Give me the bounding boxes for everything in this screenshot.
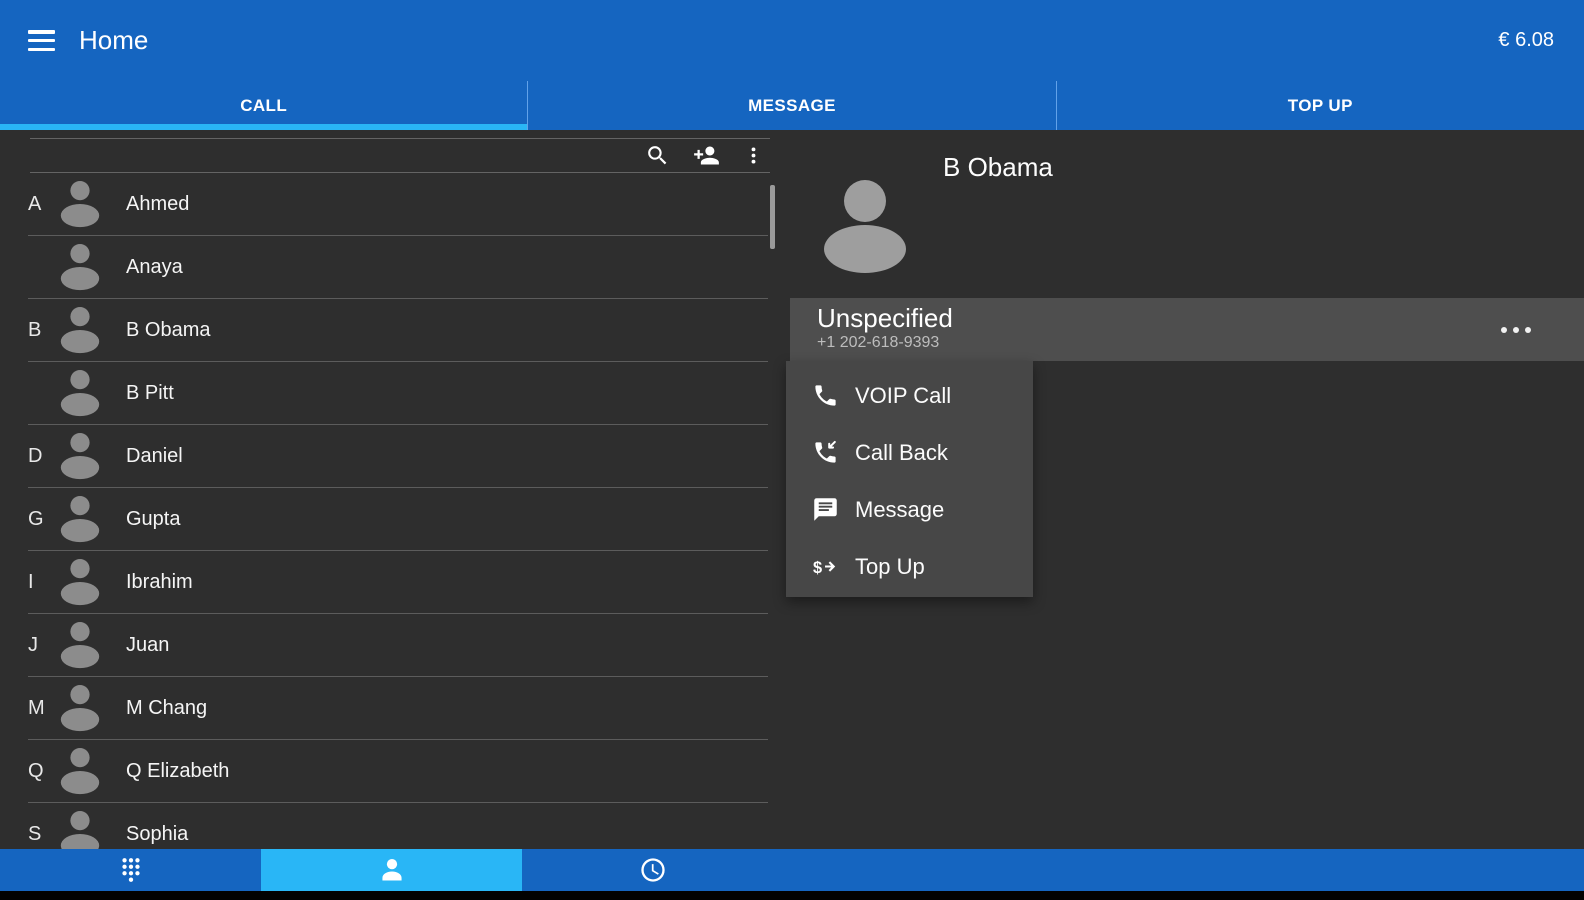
balance-amount: € 6.08 bbox=[1498, 29, 1554, 52]
app-bar: Home € 6.08 bbox=[0, 0, 1584, 81]
menu-item-label: Call Back bbox=[855, 440, 948, 466]
contacts-toolbar bbox=[30, 138, 770, 173]
phone-number-row[interactable]: Unspecified +1 202-618-9393 bbox=[790, 298, 1584, 361]
contact-detail-name: B Obama bbox=[943, 152, 1053, 183]
contact-row-ibrahim[interactable]: I Ibrahim bbox=[0, 551, 778, 614]
section-letter: B bbox=[28, 319, 58, 342]
section-letter: D bbox=[28, 445, 58, 468]
section-letter: M bbox=[28, 697, 58, 720]
contact-row-juan[interactable]: J Juan bbox=[0, 614, 778, 677]
more-options-icon[interactable] bbox=[1498, 324, 1534, 336]
contact-name: Juan bbox=[126, 634, 169, 657]
contact-name: Sophia bbox=[126, 823, 188, 846]
phone-number: +1 202-618-9393 bbox=[817, 334, 1584, 352]
tab-top-up[interactable]: TOP UP bbox=[1056, 81, 1584, 130]
menu-item-message[interactable]: Message bbox=[786, 481, 1033, 538]
contact-row-sophia[interactable]: S Sophia bbox=[0, 803, 778, 849]
contact-detail-pane: B Obama Unspecified +1 202-618-9393 VOIP… bbox=[778, 130, 1584, 849]
section-letter: A bbox=[28, 193, 58, 216]
avatar-icon bbox=[58, 244, 102, 292]
menu-item-top-up[interactable]: $ Top Up bbox=[786, 538, 1033, 595]
message-icon bbox=[812, 496, 839, 523]
page-title: Home bbox=[79, 25, 148, 56]
avatar-icon bbox=[58, 496, 102, 544]
section-letter: G bbox=[28, 508, 58, 531]
avatar-icon bbox=[58, 811, 102, 850]
search-icon[interactable] bbox=[645, 143, 670, 168]
menu-item-call-back[interactable]: Call Back bbox=[786, 424, 1033, 481]
tab-message[interactable]: MESSAGE bbox=[527, 81, 1055, 130]
contact-name: Q Elizabeth bbox=[126, 760, 229, 783]
bottom-nav bbox=[0, 849, 1584, 891]
contact-row-ahmed[interactable]: A Ahmed bbox=[0, 173, 778, 236]
avatar-icon bbox=[58, 433, 102, 481]
avatar-icon bbox=[58, 181, 102, 229]
avatar-icon bbox=[58, 307, 102, 355]
menu-item-voip-call[interactable]: VOIP Call bbox=[786, 367, 1033, 424]
contact-row-b-obama[interactable]: B B Obama bbox=[0, 299, 778, 362]
bottom-nav-contacts[interactable] bbox=[261, 849, 522, 891]
contact-name: Anaya bbox=[126, 256, 183, 279]
avatar-icon bbox=[58, 559, 102, 607]
contact-avatar bbox=[823, 180, 907, 274]
contact-name: Daniel bbox=[126, 445, 183, 468]
contact-action-menu: VOIP Call Call Back Message $ Top Up bbox=[786, 361, 1033, 597]
section-letter: S bbox=[28, 823, 58, 846]
scrollbar[interactable] bbox=[770, 185, 775, 249]
contact-name: Ibrahim bbox=[126, 571, 193, 594]
contact-row-daniel[interactable]: D Daniel bbox=[0, 425, 778, 488]
contact-row-anaya[interactable]: Anaya bbox=[0, 236, 778, 299]
history-icon bbox=[639, 856, 667, 884]
menu-item-label: Message bbox=[855, 497, 944, 523]
dialpad-icon bbox=[117, 856, 145, 884]
avatar-icon bbox=[58, 622, 102, 670]
main-content: AAhmedAnayaBB ObamaB PittDDanielGGuptaII… bbox=[0, 130, 1584, 849]
menu-item-label: Top Up bbox=[855, 554, 925, 580]
overflow-menu-icon[interactable] bbox=[743, 145, 764, 166]
hamburger-menu-icon[interactable] bbox=[28, 30, 55, 51]
bottom-nav-history[interactable] bbox=[522, 849, 783, 891]
svg-text:$: $ bbox=[813, 559, 822, 577]
menu-item-label: VOIP Call bbox=[855, 383, 951, 409]
contact-name: B Pitt bbox=[126, 382, 174, 405]
contact-name: B Obama bbox=[126, 319, 210, 342]
call-back-icon bbox=[812, 439, 839, 466]
contacts-icon bbox=[378, 856, 406, 884]
tab-bar: CALLMESSAGETOP UP bbox=[0, 81, 1584, 130]
contact-row-q-elizabeth[interactable]: Q Q Elizabeth bbox=[0, 740, 778, 803]
avatar-icon bbox=[58, 685, 102, 733]
system-bar bbox=[0, 891, 1584, 900]
contacts-pane: AAhmedAnayaBB ObamaB PittDDanielGGuptaII… bbox=[0, 130, 778, 849]
add-contact-icon[interactable] bbox=[692, 142, 721, 169]
contact-list: AAhmedAnayaBB ObamaB PittDDanielGGuptaII… bbox=[0, 173, 778, 849]
contact-row-gupta[interactable]: G Gupta bbox=[0, 488, 778, 551]
bottom-nav-dialpad[interactable] bbox=[0, 849, 261, 891]
avatar-icon bbox=[58, 748, 102, 796]
section-letter: I bbox=[28, 571, 58, 594]
section-letter: Q bbox=[28, 760, 58, 783]
number-label: Unspecified bbox=[817, 303, 1584, 333]
contact-name: Ahmed bbox=[126, 193, 189, 216]
section-letter: J bbox=[28, 634, 58, 657]
tab-call[interactable]: CALL bbox=[0, 81, 527, 130]
contact-name: Gupta bbox=[126, 508, 180, 531]
contact-name: M Chang bbox=[126, 697, 207, 720]
top-up-icon: $ bbox=[812, 553, 839, 580]
app-screen: Home € 6.08 CALLMESSAGETOP UP A Ahmed Anay… bbox=[0, 0, 1584, 900]
voip-call-icon bbox=[812, 382, 839, 409]
avatar-icon bbox=[58, 370, 102, 418]
contact-row-m-chang[interactable]: M M Chang bbox=[0, 677, 778, 740]
contact-row-b-pitt[interactable]: B Pitt bbox=[0, 362, 778, 425]
